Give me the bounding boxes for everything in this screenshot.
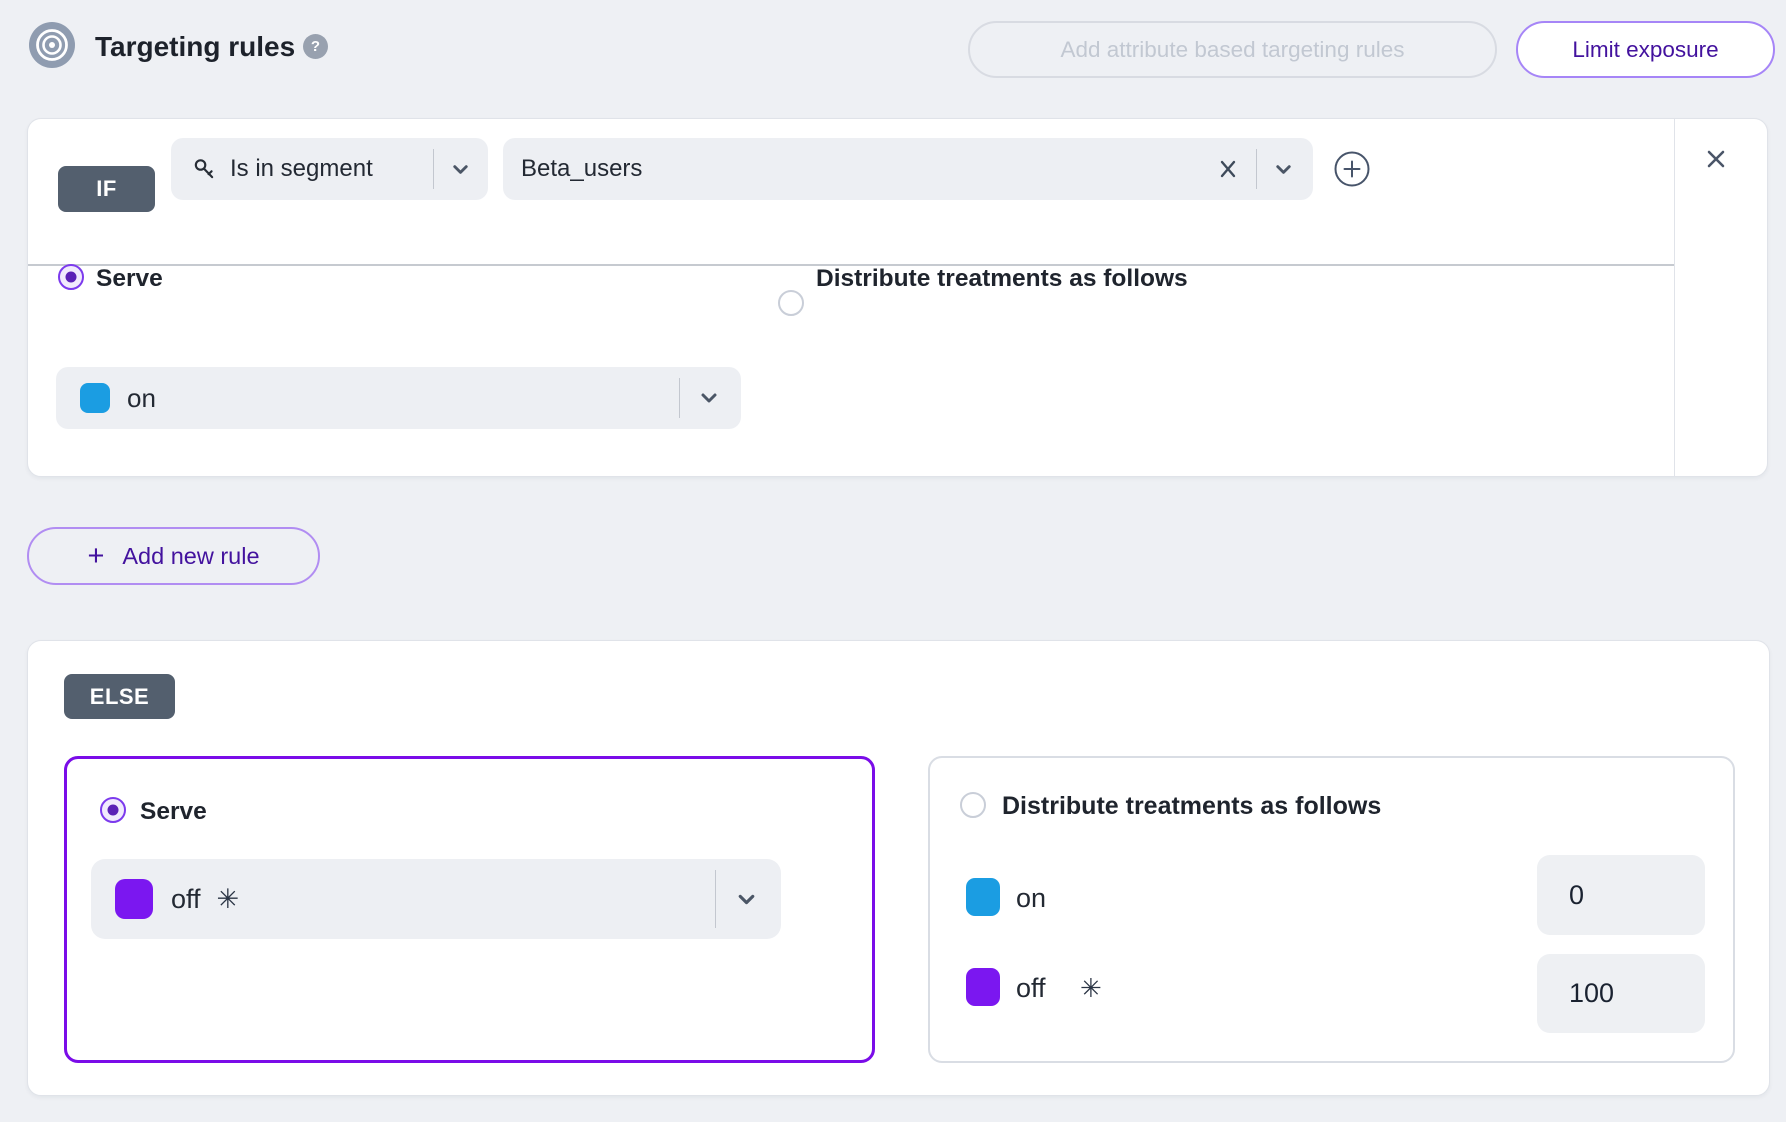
distribution-percentage-input[interactable] xyxy=(1537,954,1705,1033)
else-treatment-select-value: off xyxy=(171,884,201,915)
matcher-select-label: Is in segment xyxy=(230,155,373,183)
page-title: Targeting rules xyxy=(95,31,295,63)
serve-radio[interactable] xyxy=(58,264,84,290)
matcher-select[interactable]: Is in segment xyxy=(171,138,488,200)
default-treatment-marker: ✳ xyxy=(1080,973,1102,1004)
clear-segment-icon[interactable] xyxy=(1216,157,1240,181)
remove-rule-button[interactable] xyxy=(1702,145,1730,178)
treatment-select-value: on xyxy=(127,383,156,414)
plus-icon: + xyxy=(87,542,104,571)
else-serve-radio[interactable] xyxy=(100,797,126,823)
else-serve-label: Serve xyxy=(140,798,207,825)
add-new-rule-label: Add new rule xyxy=(122,543,259,570)
default-treatment-marker: ✳ xyxy=(217,884,240,915)
else-distribute-radio[interactable] xyxy=(960,792,986,818)
distribution-treatment-label: on xyxy=(1016,883,1046,914)
else-card: ELSE Serve off ✳ Distribute treatments a… xyxy=(27,640,1770,1096)
distribution-treatment-label: off xyxy=(1016,973,1046,1004)
field-divider xyxy=(433,149,434,189)
if-badge: IF xyxy=(58,166,155,212)
card-divider xyxy=(1674,119,1675,476)
else-distribute-box[interactable]: Distribute treatments as follows on off … xyxy=(928,756,1735,1063)
add-condition-icon[interactable] xyxy=(1333,150,1371,193)
serve-option-label: Serve xyxy=(96,265,163,292)
treatment-on-swatch xyxy=(80,383,110,413)
distribution-percentage-input[interactable] xyxy=(1537,855,1705,935)
else-badge: ELSE xyxy=(64,674,175,719)
chevron-down-icon xyxy=(1272,158,1295,181)
distribute-radio[interactable] xyxy=(778,290,804,316)
else-distribute-label: Distribute treatments as follows xyxy=(1002,793,1381,820)
field-divider xyxy=(679,378,680,418)
else-treatment-select[interactable]: off ✳ xyxy=(91,859,781,939)
rule-card: IF Is in segment xyxy=(27,118,1768,477)
distribute-option-label: Distribute treatments as follows xyxy=(816,265,1188,292)
add-new-rule-button[interactable]: + Add new rule xyxy=(27,527,320,585)
field-divider xyxy=(715,870,716,928)
treatment-off-swatch xyxy=(115,879,153,919)
segment-value-field[interactable] xyxy=(503,138,1313,200)
chevron-down-icon xyxy=(734,887,759,912)
segment-key-icon xyxy=(191,156,218,183)
chevron-down-icon xyxy=(449,158,472,181)
else-serve-box[interactable]: Serve off ✳ xyxy=(64,756,875,1063)
treatment-select[interactable]: on xyxy=(56,367,741,429)
limit-exposure-button[interactable]: Limit exposure xyxy=(1516,21,1775,78)
targeting-rules-panel: Targeting rules ? Add attribute based ta… xyxy=(0,0,1786,1122)
treatment-on-swatch xyxy=(966,878,1000,916)
treatment-off-swatch xyxy=(966,968,1000,1006)
targeting-rules-icon xyxy=(29,22,75,73)
chevron-down-icon xyxy=(697,386,721,410)
segment-value-input[interactable] xyxy=(521,155,1216,183)
add-attribute-rules-button[interactable]: Add attribute based targeting rules xyxy=(968,21,1497,78)
field-divider xyxy=(1256,149,1257,189)
help-icon[interactable]: ? xyxy=(303,34,328,59)
